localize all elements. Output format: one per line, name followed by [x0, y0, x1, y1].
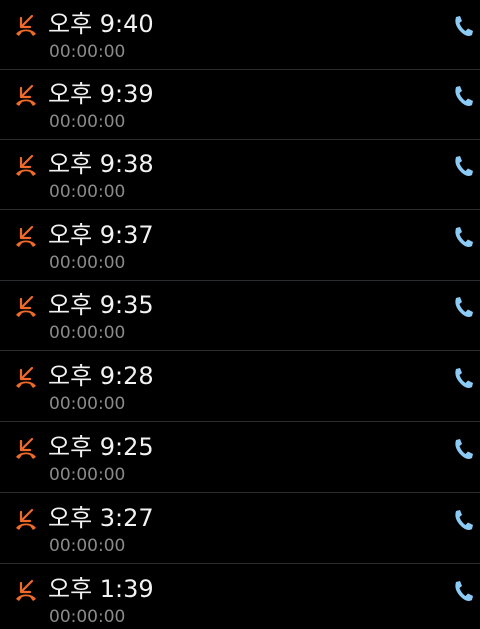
call-duration: 00:00:00: [49, 536, 126, 556]
phone-icon[interactable]: [446, 150, 480, 184]
missed-call-icon: [14, 437, 38, 461]
call-time: 오후 9:28: [48, 362, 154, 390]
missed-call-icon: [14, 295, 38, 319]
call-duration: 00:00:00: [49, 42, 126, 62]
call-log-item[interactable]: 오후 9:28 00:00:00: [0, 352, 480, 422]
call-time: 오후 9:38: [48, 150, 154, 178]
missed-call-icon: [14, 84, 38, 108]
call-log-item[interactable]: 오후 9:25 00:00:00: [0, 423, 480, 493]
call-log-item[interactable]: 오후 9:35 00:00:00: [0, 281, 480, 351]
missed-call-icon: [14, 366, 38, 390]
phone-icon[interactable]: [446, 504, 480, 538]
call-duration: 00:00:00: [49, 182, 126, 202]
call-duration: 00:00:00: [49, 607, 126, 627]
phone-icon[interactable]: [446, 291, 480, 325]
call-log-item[interactable]: 오후 9:37 00:00:00: [0, 211, 480, 281]
phone-icon[interactable]: [446, 80, 480, 114]
call-time: 오후 9:35: [48, 291, 154, 319]
phone-icon[interactable]: [446, 221, 480, 255]
call-duration: 00:00:00: [49, 112, 126, 132]
missed-call-icon: [14, 579, 38, 603]
call-time: 오후 9:37: [48, 221, 154, 249]
call-time: 오후 9:25: [48, 433, 154, 461]
missed-call-icon: [14, 225, 38, 249]
call-time: 오후 9:39: [48, 80, 154, 108]
call-log-item[interactable]: 오후 9:39 00:00:00: [0, 70, 480, 140]
call-log-list: 오후 9:40 00:00:00 오후 9:39 00:00:00 오후 9:3…: [0, 0, 480, 627]
call-duration: 00:00:00: [49, 465, 126, 485]
call-time: 오후 3:27: [48, 504, 154, 532]
call-time: 오후 1:39: [48, 575, 154, 603]
call-duration: 00:00:00: [49, 394, 126, 414]
missed-call-icon: [14, 14, 38, 38]
call-duration: 00:00:00: [49, 253, 126, 273]
call-log-item[interactable]: 오후 9:40 00:00:00: [0, 0, 480, 70]
phone-icon[interactable]: [446, 575, 480, 609]
call-log-item[interactable]: 오후 9:38 00:00:00: [0, 140, 480, 210]
call-duration: 00:00:00: [49, 323, 126, 343]
phone-icon[interactable]: [446, 433, 480, 467]
phone-icon[interactable]: [446, 362, 480, 396]
call-log-item[interactable]: 오후 3:27 00:00:00: [0, 494, 480, 564]
missed-call-icon: [14, 154, 38, 178]
missed-call-icon: [14, 508, 38, 532]
call-log-item[interactable]: 오후 1:39 00:00:00: [0, 565, 480, 627]
call-time: 오후 9:40: [48, 10, 154, 38]
phone-icon[interactable]: [446, 10, 480, 44]
